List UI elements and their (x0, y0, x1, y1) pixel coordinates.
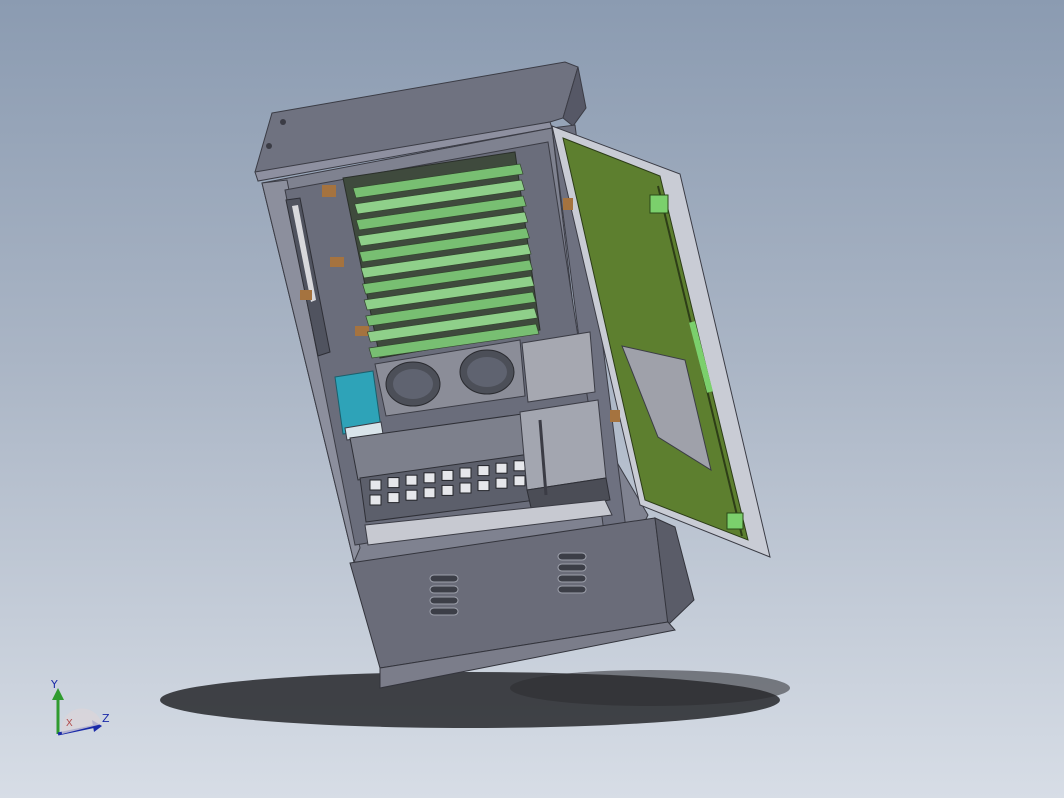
fiber-port (405, 489, 418, 501)
cabinet-3d-model (160, 61, 790, 728)
fiber-port (495, 477, 508, 489)
axis-triad: X Y Z (40, 676, 120, 746)
y-axis-label: Y (51, 678, 58, 691)
fiber-port (477, 480, 490, 492)
fiber-port (387, 492, 400, 504)
vent-slot (429, 585, 459, 594)
fiber-port (369, 479, 382, 491)
vent-slot (429, 596, 459, 605)
fiber-port (369, 494, 382, 506)
fiber-port (459, 467, 472, 479)
vent-slot (557, 552, 587, 561)
vent-slot (557, 585, 587, 594)
fiber-port (459, 482, 472, 494)
fiber-port (477, 465, 490, 477)
fiber-port (513, 460, 526, 472)
fiber-port (405, 474, 418, 486)
cad-viewport[interactable]: X Y Z (0, 0, 1064, 798)
fiber-port (441, 484, 454, 496)
fiber-port (423, 472, 436, 484)
fiber-port (513, 475, 526, 487)
distribution-module (519, 399, 611, 513)
fiber-port (441, 469, 454, 481)
vent-slot (557, 574, 587, 583)
x-axis-marker: X (66, 718, 73, 729)
fiber-port (387, 477, 400, 489)
fiber-port (495, 462, 508, 474)
vent-slot (557, 563, 587, 572)
vent-slot (429, 574, 459, 583)
fiber-port (423, 487, 436, 499)
vent-slot (429, 607, 459, 616)
z-axis-label: Z (102, 712, 110, 725)
